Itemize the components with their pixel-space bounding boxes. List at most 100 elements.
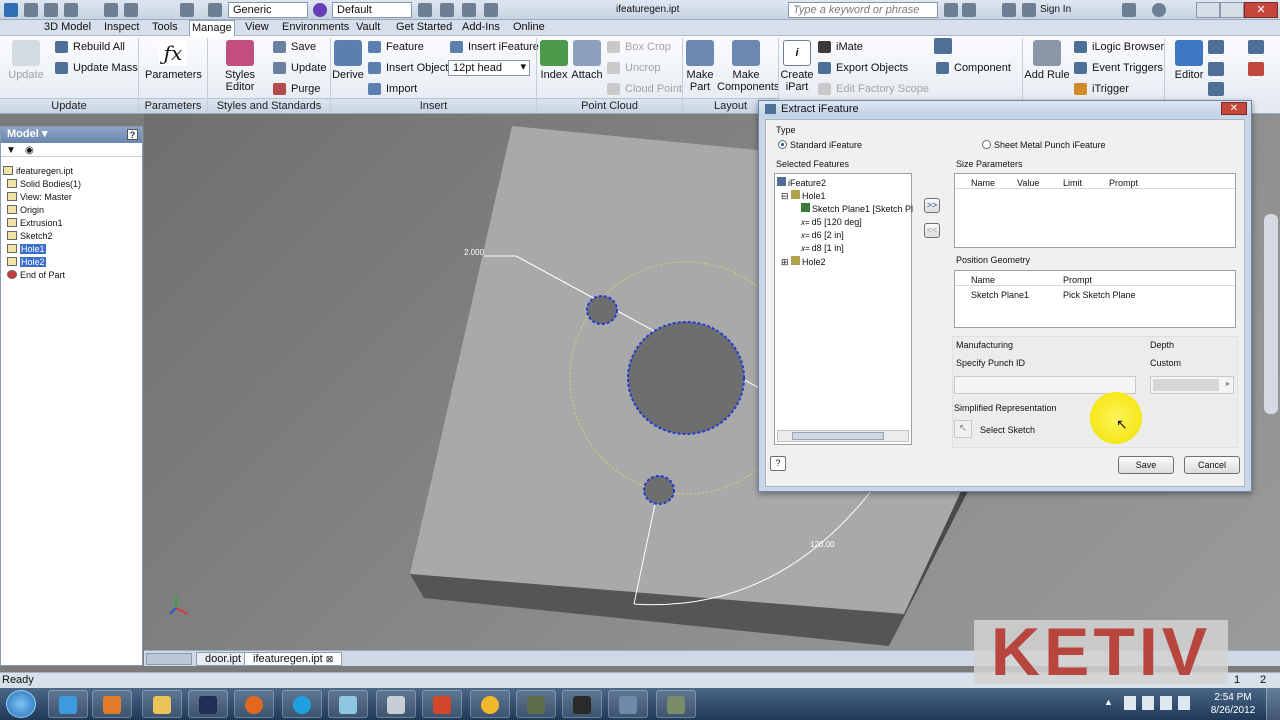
add-rule-button[interactable]: Add Rule [1024,40,1070,81]
position-geometry-table[interactable]: Name Prompt Sketch Plane1 Pick Sketch Pl… [954,270,1236,328]
tree-item-end-of-part[interactable]: End of Part [7,269,65,282]
make-components-button[interactable]: Make Components [717,40,779,93]
find-icon[interactable]: ◉ [25,145,34,156]
tree-node-ifeature2[interactable]: iFeature2 [777,177,826,190]
dialog-close-button[interactable]: ✕ [1221,102,1247,115]
tree-item-view[interactable]: View: Master [7,191,72,204]
tree-node-sketch-plane[interactable]: Sketch Plane1 [Sketch Pl [801,203,913,216]
derive-button[interactable]: Derive [332,40,364,81]
scrollbar-thumb[interactable] [792,432,884,440]
selected-features-tree[interactable]: iFeature2 ⊟ Hole1 Sketch Plane1 [Sketch … [774,173,913,445]
taskbar-calculator[interactable] [376,690,416,718]
app-menu-icon[interactable] [4,3,18,17]
event-triggers-button[interactable]: Event Triggers [1074,60,1163,76]
create-ipart-button[interactable]: i Create iPart [780,40,814,93]
tray-expand-icon[interactable]: ▲ [1104,697,1114,707]
user-icon[interactable] [1022,3,1036,17]
taskbar-ie[interactable] [48,690,88,718]
help-icon[interactable]: ? [127,129,138,140]
filter-icon[interactable]: ▼ [6,145,16,156]
show-desktop-button[interactable] [1266,688,1280,720]
tab-vault[interactable]: Vault [354,20,382,36]
tree-item-hole2[interactable]: Hole2 [7,256,46,269]
network-icon[interactable] [1142,696,1154,710]
properties-icon[interactable] [208,3,222,17]
table-icon[interactable] [934,38,952,54]
addins-icon[interactable] [1208,82,1224,96]
position-row-prompt[interactable]: Pick Sketch Plane [1063,290,1136,300]
close-search-icon[interactable] [1122,3,1136,17]
tile-windows-icon[interactable] [146,653,192,665]
taskbar-media[interactable] [92,690,132,718]
taskbar-audio[interactable] [470,690,510,718]
clean-icon[interactable] [1248,40,1264,54]
tree-item-solid-bodies[interactable]: Solid Bodies(1) [7,178,81,191]
make-part-button[interactable]: Make Part [684,40,716,93]
update-mass-button[interactable]: Update Mass [55,60,138,76]
maximize-button[interactable] [1220,2,1244,18]
update-button[interactable]: Update [6,40,46,81]
vba-icon[interactable] [1208,40,1224,54]
styles-save-button[interactable]: Save [273,39,316,55]
tree-node-hole2[interactable]: ⊞ Hole2 [781,256,826,269]
style-combo[interactable]: Generic [228,2,308,18]
taskbar-inventor-1[interactable] [516,690,556,718]
tree-node-d6[interactable]: x= d6 [2 in] [801,229,844,242]
size-parameters-table[interactable]: Name Value Limit Prompt [954,173,1236,248]
binoculars-icon[interactable] [944,3,958,17]
parameters-button[interactable]: ƒx Parameters [145,40,202,81]
clock[interactable]: 2:54 PM 8/26/2012 [1206,691,1260,717]
edit-factory-scope-button[interactable]: Edit Factory Scope [818,81,929,97]
insert-ifeature-button[interactable]: Insert iFeature [450,39,539,55]
uncrop-button[interactable]: Uncrop [607,60,660,76]
taskbar-app-2[interactable] [608,690,648,718]
minimize-button[interactable] [1196,2,1220,18]
index-button[interactable]: Index [540,40,568,81]
tree-item-extrusion[interactable]: Extrusion1 [7,217,63,230]
ifeature-combo[interactable]: 12pt head ▾ [448,60,530,76]
taskbar-explorer[interactable] [142,690,182,718]
taskbar-app[interactable] [328,690,368,718]
box-crop-button[interactable]: Box Crop [607,39,671,55]
measure-icon[interactable] [418,3,432,17]
navigation-bar[interactable] [1264,214,1278,414]
save-button[interactable]: Save [1118,456,1174,474]
attach-button[interactable]: Attach [571,40,603,81]
purge-button[interactable]: Purge [273,81,320,97]
redo-icon[interactable] [124,3,138,17]
punch-id-input[interactable] [954,376,1136,394]
standard-ifeature-radio[interactable]: Standard iFeature [778,140,862,150]
tree-item-sketch[interactable]: Sketch2 [7,230,53,243]
tab-tools[interactable]: Tools [150,20,180,36]
editor-button[interactable]: Editor [1170,40,1208,81]
tab-get-started[interactable]: Get Started [394,20,454,36]
select-sketch-button[interactable]: ↖ [954,420,972,438]
key-icon[interactable] [962,3,976,17]
feature-button[interactable]: Feature [368,39,424,55]
function-icon[interactable] [462,3,476,17]
appearance-combo[interactable]: Default [332,2,412,18]
cancel-button[interactable]: Cancel [1184,456,1240,474]
tab-view[interactable]: View [243,20,271,36]
browser-title[interactable]: Model [7,128,39,140]
tab-inspect[interactable]: Inspect [102,20,141,36]
cloud-point-button[interactable]: Cloud Point [607,81,682,97]
tree-item-origin[interactable]: Origin [7,204,44,217]
taskbar-app-3[interactable] [656,690,696,718]
flag-icon[interactable] [1124,696,1136,710]
tab-add-ins[interactable]: Add-Ins [460,20,502,36]
remove-feature-button[interactable]: << [924,223,940,238]
tab-online[interactable]: Online [511,20,547,36]
macros-icon[interactable] [1208,62,1224,76]
taskbar-vault[interactable] [188,690,228,718]
delete-icon[interactable] [1248,62,1264,76]
tree-item-hole1[interactable]: Hole1 [7,243,46,256]
taskbar-powerpoint[interactable] [422,690,462,718]
taskbar-firefox[interactable] [234,690,274,718]
select-icon[interactable] [180,3,194,17]
export-objects-button[interactable]: Export Objects [818,60,908,76]
color-icon[interactable] [313,3,327,17]
tab-manage[interactable]: Manage [189,20,235,36]
power-icon[interactable] [1178,696,1190,710]
tab-ifeaturegen[interactable]: ifeaturegen.ipt ⊠ [244,652,343,666]
